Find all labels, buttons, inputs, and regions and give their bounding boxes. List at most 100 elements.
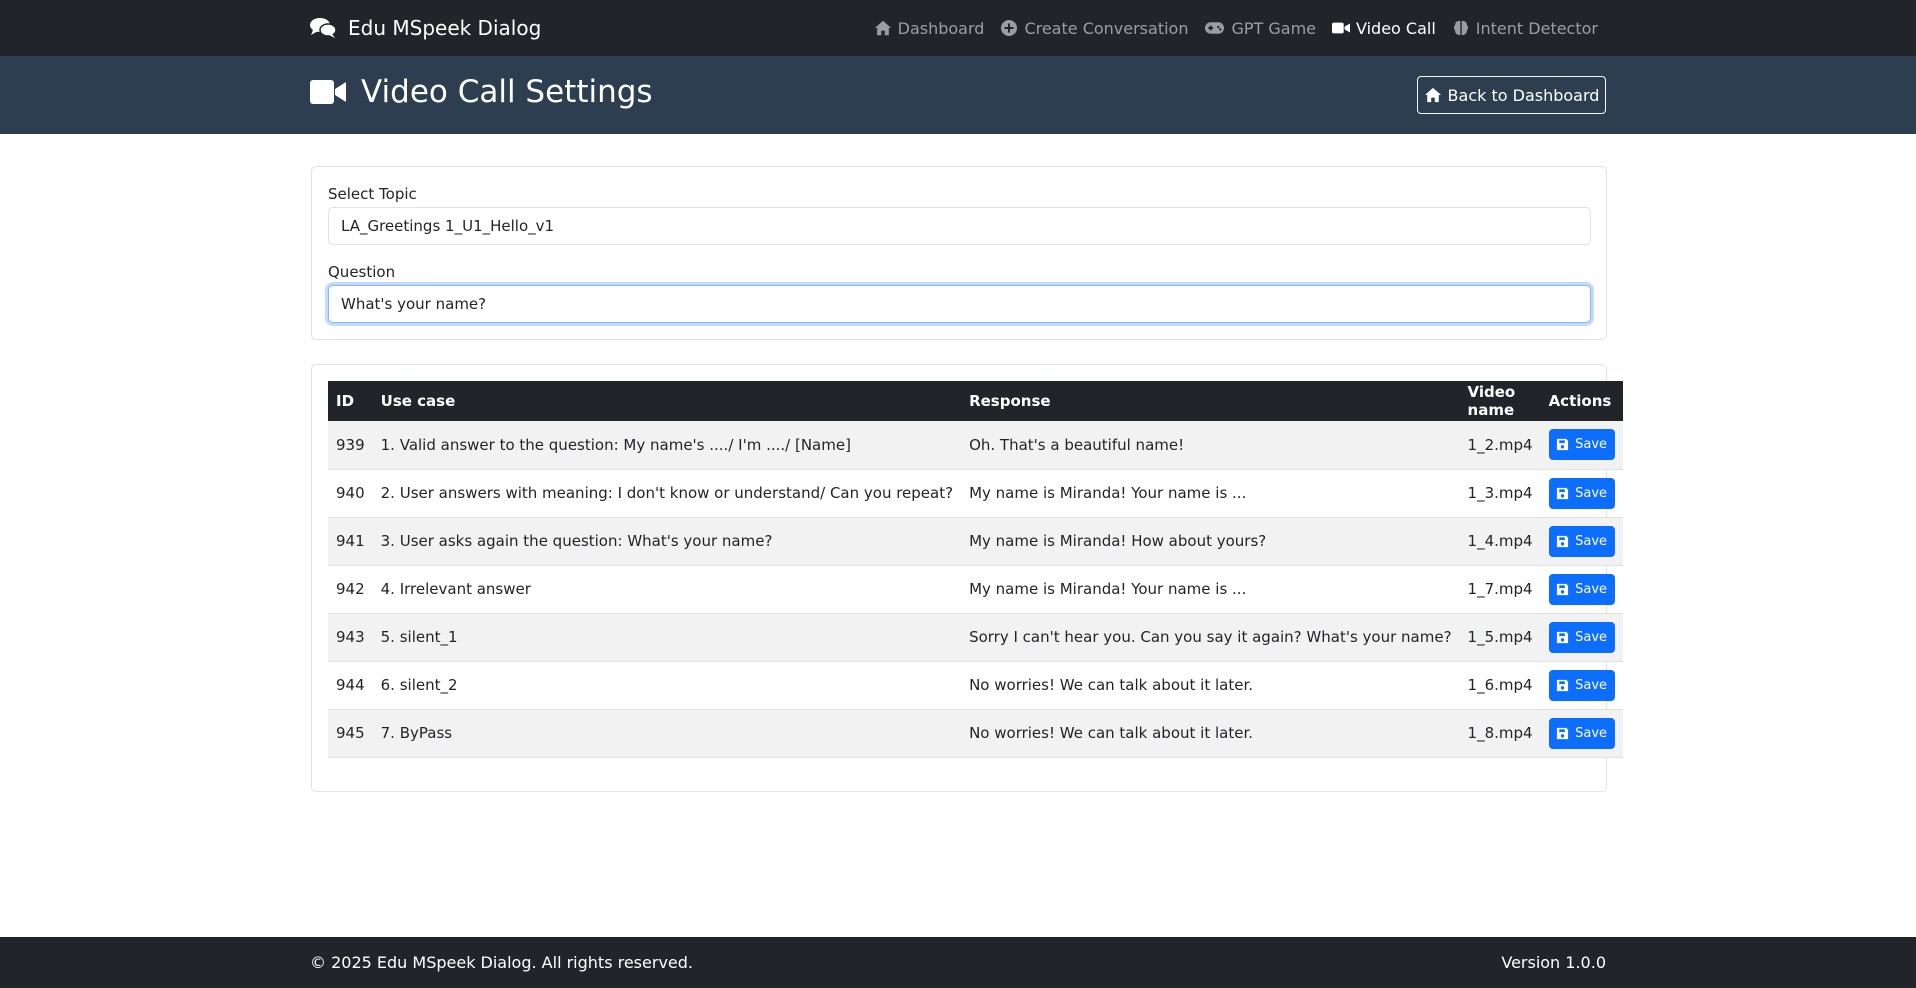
cell-use-case: 2. User answers with meaning: I don't kn… [372,469,962,518]
cell-response: My name is Miranda! Your name is ... [961,565,1460,614]
gamepad-icon [1205,22,1225,34]
cell-video-name: 1_3.mp4 [1459,469,1541,518]
save-button[interactable]: Save [1548,429,1615,461]
save-button[interactable]: Save [1548,525,1615,557]
cell-use-case: 7. ByPass [372,709,962,758]
save-button-label: Save [1575,629,1608,645]
save-button[interactable]: Save [1548,621,1615,653]
nav-item-label: Create Conversation [1024,18,1189,38]
cell-response: No worries! We can talk about it later. [961,661,1460,710]
back-button-label: Back to Dashboard [1447,85,1600,105]
cell-actions: Save [1540,469,1623,518]
page-header: Video Call Settings Back to Dashboard [0,56,1916,134]
cell-id: 939 [328,421,373,470]
column-header-video-name: Video name [1459,381,1541,421]
back-to-dashboard-button[interactable]: Back to Dashboard [1417,76,1606,114]
table-row: 943 5. silent_1 Sorry I can't hear you. Ca… [328,613,1623,662]
save-icon [1557,679,1569,691]
brain-icon [1453,20,1468,36]
cell-use-case: 4. Irrelevant answer [372,565,962,614]
nav-item-label: Dashboard [897,18,985,38]
cell-id: 942 [328,565,373,614]
save-button-label: Save [1575,725,1608,741]
table-body: 939 1. Valid answer to the question: My n… [328,421,1623,758]
home-icon [1424,87,1441,103]
table-row: 945 7. ByPass No worries! We can talk abou… [328,709,1623,758]
nav-item-create-conversation[interactable]: Create Conversation [1000,19,1188,38]
save-button-label: Save [1575,437,1608,453]
save-icon [1557,631,1569,643]
question-input[interactable]: What's your name? [328,285,1591,323]
cell-actions: Save [1540,709,1623,758]
cell-actions: Save [1540,421,1623,470]
table-row: 942 4. Irrelevant answer My name is Mirand… [328,565,1623,614]
nav-item-dashboard[interactable]: Dashboard [874,18,985,38]
column-header-response: Response [961,381,1460,421]
use-case-table-card: ID Use case Response Video name Actions … [311,364,1623,792]
cell-actions: Save [1540,661,1623,710]
nav-item-video-call[interactable]: Video Call [1332,19,1436,38]
brand[interactable]: Edu MSpeek Dialog [310,0,541,56]
topic-label: Select Topic [328,185,417,203]
save-icon [1557,727,1569,739]
cell-video-name: 1_6.mp4 [1459,661,1541,710]
question-label: Question [328,263,396,281]
settings-form-card: Select Topic LA_Greetings 1_U1_Hello_v1 … [311,166,1607,340]
cell-actions: Save [1540,565,1623,614]
save-button-label: Save [1575,533,1608,549]
save-button[interactable]: Save [1548,717,1615,749]
topic-select[interactable]: LA_Greetings 1_U1_Hello_v1 [328,207,1591,245]
version-text: Version 1.0.0 [1501,953,1606,972]
plus-circle-icon [1001,20,1018,36]
page-title: Video Call Settings [310,56,653,128]
video-icon [1332,22,1351,34]
cell-use-case: 5. silent_1 [372,613,962,662]
cell-use-case: 1. Valid answer to the question: My name… [372,421,962,470]
video-icon [310,80,346,104]
save-button[interactable]: Save [1548,477,1615,509]
table-row: 940 2. User answers with meaning: I don't… [328,469,1623,518]
page-title-text: Video Call Settings [361,74,653,110]
table-row: 939 1. Valid answer to the question: My n… [328,421,1623,470]
cell-response: My name is Miranda! How about yours? [961,517,1460,566]
nav-item-intent-detector[interactable]: Intent Detector [1452,19,1598,38]
copyright-text: © 2025 Edu MSpeek Dialog. All rights res… [310,953,693,972]
save-button-label: Save [1575,485,1608,501]
cell-response: Sorry I can't hear you. Can you say it a… [961,613,1460,662]
cell-video-name: 1_4.mp4 [1459,517,1541,566]
home-icon [874,20,891,36]
cell-id: 941 [328,517,373,566]
cell-use-case: 6. silent_2 [372,661,962,710]
cell-use-case: 3. User asks again the question: What's … [372,517,962,566]
main-nav: Dashboard Create Conversation GPT Game V… [858,0,1598,56]
cell-id: 943 [328,613,373,662]
brand-label: Edu MSpeek Dialog [348,16,542,40]
nav-item-label: Intent Detector [1475,18,1598,38]
nav-item-label: GPT Game [1231,18,1317,38]
save-icon [1557,535,1569,547]
save-icon [1557,487,1569,499]
cell-video-name: 1_5.mp4 [1459,613,1541,662]
save-button[interactable]: Save [1548,573,1615,605]
footer: © 2025 Edu MSpeek Dialog. All rights res… [0,937,1916,988]
cell-response: Oh. That's a beautiful name! [961,421,1460,470]
save-icon [1557,583,1569,595]
save-button[interactable]: Save [1548,669,1615,701]
comments-icon [310,18,336,38]
cell-video-name: 1_7.mp4 [1459,565,1541,614]
column-header-actions: Actions [1540,381,1623,421]
cell-actions: Save [1540,613,1623,662]
use-case-table: ID Use case Response Video name Actions … [328,381,1623,758]
column-header-use-case: Use case [372,381,962,421]
save-button-label: Save [1575,677,1608,693]
cell-video-name: 1_2.mp4 [1459,421,1541,470]
table-row: 944 6. silent_2 No worries! We can talk ab… [328,661,1623,710]
column-header-id: ID [328,381,373,421]
nav-item-gpt-game[interactable]: GPT Game [1204,19,1316,38]
cell-id: 945 [328,709,373,758]
top-navbar: Edu MSpeek Dialog Dashboard Create Conve… [0,0,1916,56]
cell-response: No worries! We can talk about it later. [961,709,1460,758]
cell-actions: Save [1540,517,1623,566]
nav-item-label: Video Call [1356,18,1436,38]
cell-video-name: 1_8.mp4 [1459,709,1541,758]
